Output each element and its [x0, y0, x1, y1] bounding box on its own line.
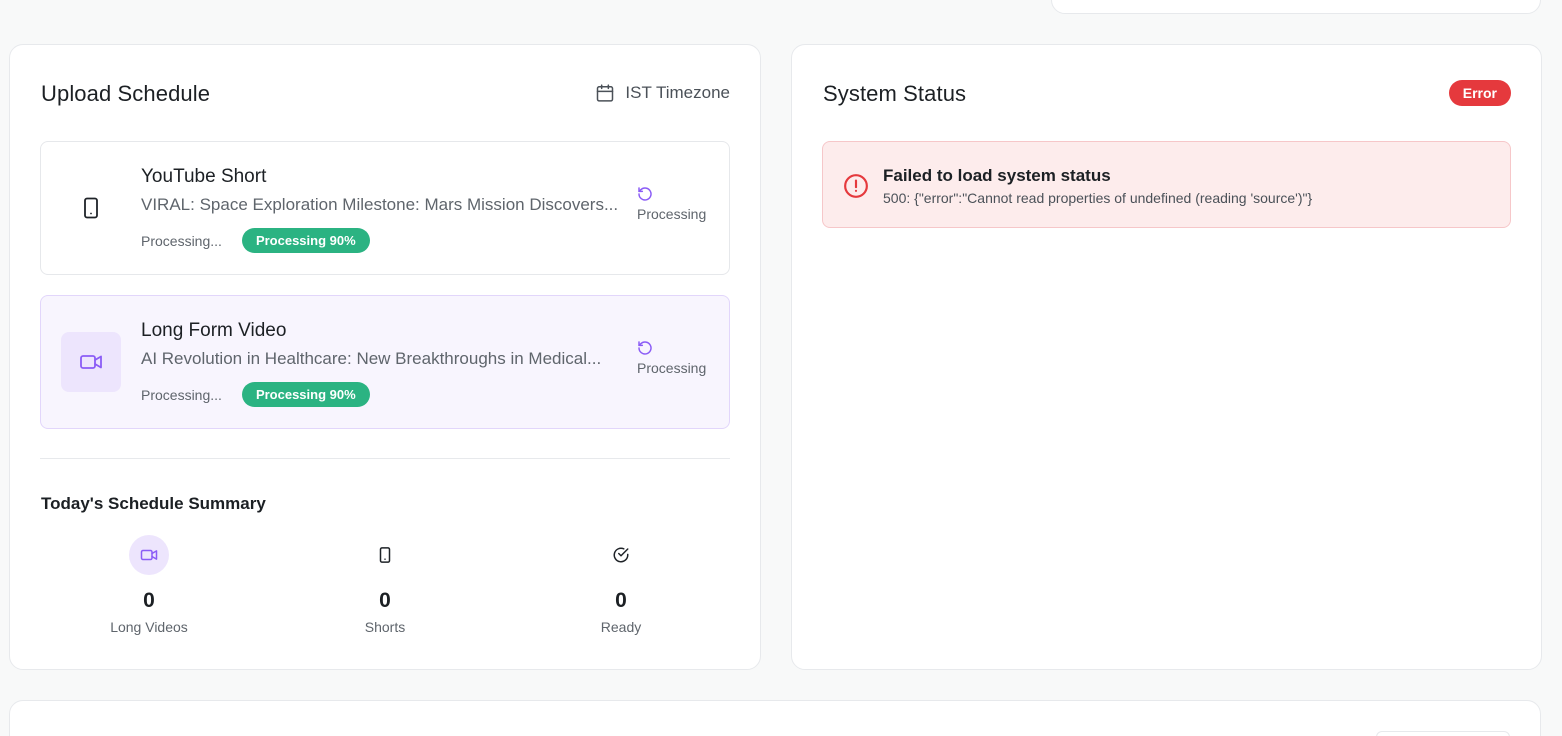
- upload-schedule-title: Upload Schedule: [41, 81, 211, 106]
- top-card-partial: [1051, 0, 1541, 14]
- summary-label: Long Videos: [110, 619, 188, 635]
- timezone-label: IST Timezone: [625, 83, 730, 102]
- item-sub-status: Processing...: [141, 386, 222, 403]
- system-status-card: System Status Error Failed to load syste…: [791, 44, 1542, 670]
- summary-value: 0: [379, 589, 391, 612]
- schedule-item-short[interactable]: YouTube Short VIRAL: Space Exploration M…: [40, 141, 730, 275]
- item-meta: Processing... Processing 90%: [141, 228, 370, 253]
- progress-badge: Processing 90%: [241, 228, 370, 253]
- alert-message: 500: {"error":"Cannot read properties of…: [883, 190, 1313, 206]
- system-status-title: System Status: [823, 81, 967, 106]
- video-icon: [80, 355, 102, 369]
- refresh-icon: [638, 341, 652, 355]
- item-description: AI Revolution in Healthcare: New Breakth…: [141, 349, 602, 368]
- alert-circle-icon: [844, 174, 868, 198]
- check-circle-icon: [613, 547, 629, 563]
- item-description: VIRAL: Space Exploration Milestone: Mars…: [141, 195, 619, 214]
- summary-icon-wrap: [601, 535, 641, 575]
- summary-ready: 0 Ready: [541, 535, 701, 635]
- schedule-item-long[interactable]: Long Form Video AI Revolution in Healthc…: [40, 295, 730, 429]
- item-state-label: Processing: [637, 206, 707, 222]
- bottom-card-button[interactable]: [1376, 731, 1510, 736]
- bottom-card-partial: [9, 700, 1541, 736]
- refresh-icon: [638, 187, 652, 201]
- summary-shorts: 0 Shorts: [305, 535, 465, 635]
- error-alert: Failed to load system status 500: {"erro…: [822, 141, 1511, 228]
- item-type-label: Long Form Video: [141, 320, 287, 341]
- smartphone-icon: [379, 547, 391, 563]
- item-state-label: Processing: [637, 360, 707, 376]
- divider: [40, 458, 730, 459]
- item-thumb: [61, 178, 121, 238]
- progress-badge: Processing 90%: [241, 382, 370, 407]
- summary-value: 0: [615, 589, 627, 612]
- timezone-indicator: IST Timezone: [595, 83, 730, 103]
- item-thumb: [61, 332, 121, 392]
- summary-title: Today's Schedule Summary: [41, 494, 266, 513]
- item-state: Processing: [637, 186, 709, 222]
- smartphone-icon: [84, 197, 98, 219]
- item-state: Processing: [637, 340, 709, 376]
- video-icon: [140, 549, 158, 561]
- alert-title: Failed to load system status: [883, 166, 1111, 185]
- summary-icon-wrap: [365, 535, 405, 575]
- upload-schedule-card: Upload Schedule IST Timezone YouTube Sho…: [9, 44, 761, 670]
- calendar-icon: [597, 84, 614, 102]
- summary-long-videos: 0 Long Videos: [69, 535, 229, 635]
- summary-label: Shorts: [364, 619, 406, 635]
- summary-icon-wrap: [129, 535, 169, 575]
- item-sub-status: Processing...: [141, 232, 222, 249]
- status-badge: Error: [1448, 80, 1511, 106]
- summary-value: 0: [143, 589, 155, 612]
- summary-label: Ready: [600, 619, 642, 635]
- item-meta: Processing... Processing 90%: [141, 382, 370, 407]
- item-type-label: YouTube Short: [141, 166, 267, 187]
